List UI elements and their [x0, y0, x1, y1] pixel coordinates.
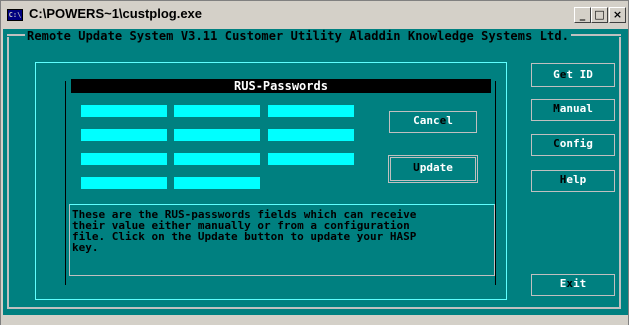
password-field-6[interactable]	[268, 129, 354, 141]
password-field-5[interactable]	[174, 129, 260, 141]
close-button[interactable]: ×	[609, 7, 626, 23]
console-app-icon[interactable]: C:\	[7, 9, 23, 21]
info-text: These are the RUS-passwords fields which…	[72, 208, 417, 254]
exit-hotkey: x	[566, 277, 573, 290]
close-icon: ×	[612, 8, 623, 21]
password-field-7[interactable]	[81, 153, 167, 165]
config-button[interactable]: Config	[531, 134, 615, 156]
maximize-button[interactable]: □	[591, 7, 608, 23]
password-field-11[interactable]	[174, 177, 260, 189]
app-header: Remote Update System V3.11 Customer Util…	[25, 29, 572, 43]
minimize-icon: _	[579, 8, 586, 21]
minimize-button[interactable]: _	[574, 7, 591, 23]
maximize-icon: □	[594, 8, 605, 21]
group-frame-left	[65, 81, 66, 285]
password-field-1[interactable]	[81, 105, 167, 117]
info-box: These are the RUS-passwords fields which…	[69, 204, 495, 276]
manual-hotkey: M	[553, 102, 560, 115]
update-button[interactable]: Update	[388, 155, 478, 183]
rus-passwords-title: RUS-Passwords	[71, 79, 491, 93]
password-field-2[interactable]	[174, 105, 260, 117]
console-window: C:\ C:\POWERS~1\custplog.exe _ □ × Remot…	[0, 0, 629, 325]
manual-button[interactable]: Manual	[531, 99, 615, 121]
console-area: Remote Update System V3.11 Customer Util…	[3, 29, 628, 315]
password-field-4[interactable]	[81, 129, 167, 141]
window-bottom-edge	[1, 315, 628, 325]
password-field-3[interactable]	[268, 105, 354, 117]
update-hotkey: U	[413, 161, 420, 174]
group-frame-right	[495, 81, 496, 285]
password-field-10[interactable]	[81, 177, 167, 189]
help-button[interactable]: Help	[531, 170, 615, 192]
get-id-button[interactable]: Get ID	[531, 63, 615, 87]
cancel-button[interactable]: Cancel	[389, 111, 477, 133]
password-field-8[interactable]	[174, 153, 260, 165]
password-field-9[interactable]	[268, 153, 354, 165]
exit-button[interactable]: Exit	[531, 274, 615, 296]
config-hotkey: C	[553, 137, 560, 150]
window-title: C:\POWERS~1\custplog.exe	[29, 6, 203, 21]
title-bar[interactable]: C:\ C:\POWERS~1\custplog.exe _ □ ×	[1, 1, 628, 29]
